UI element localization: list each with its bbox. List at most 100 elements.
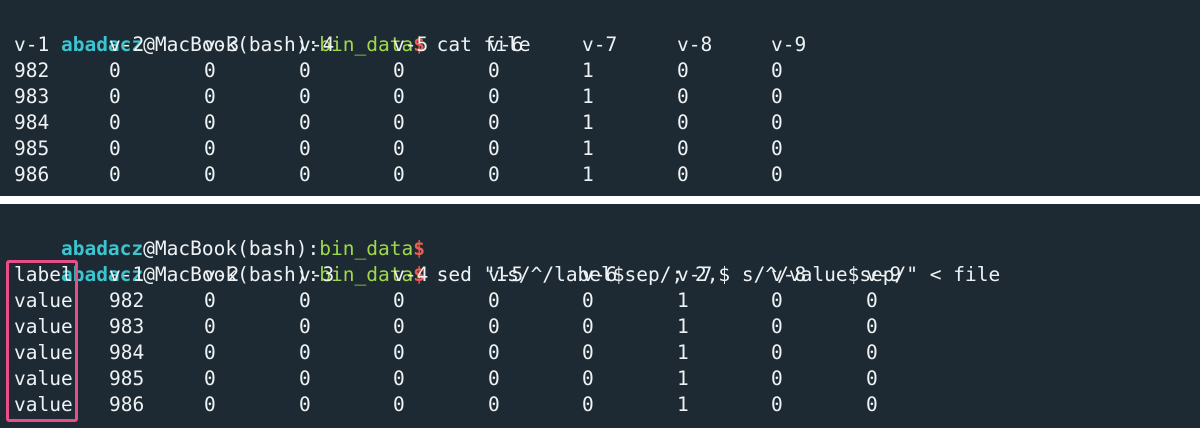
- table-cell: 0: [866, 367, 878, 390]
- table-cell: 0: [393, 111, 405, 134]
- table-cell: 986: [109, 393, 145, 416]
- column-header: v-9: [866, 263, 902, 286]
- column-header: v-4: [393, 263, 429, 286]
- table-cell: 0: [866, 393, 878, 416]
- table-cell: 0: [109, 59, 121, 82]
- table-cell: 0: [866, 289, 878, 312]
- table-cell: 0: [204, 367, 216, 390]
- table-cell: 0: [393, 289, 405, 312]
- table-cell: 1: [582, 111, 594, 134]
- table-cell: 985: [109, 367, 145, 390]
- table-cell: 0: [866, 341, 878, 364]
- terminal-panel-bottom[interactable]: abadacz@MacBook(bash):bin_data$ abadacz@…: [0, 204, 1200, 428]
- table-row: 982 0 0 0 0 0 1 0 0: [0, 58, 1200, 84]
- table-cell: 0: [299, 341, 311, 364]
- table-cell: 0: [393, 85, 405, 108]
- table-cell: 0: [677, 85, 689, 108]
- table-row: value 984 0 0 0 0 0 1 0 0: [0, 340, 1200, 366]
- table-cell: 0: [109, 111, 121, 134]
- table-cell: 0: [393, 393, 405, 416]
- column-header: v-3: [299, 263, 335, 286]
- table-row: 985 0 0 0 0 0 1 0 0: [0, 136, 1200, 162]
- table-cell: 0: [582, 315, 594, 338]
- table-cell: 0: [204, 289, 216, 312]
- label-column-highlight: [6, 260, 78, 422]
- table-cell: 0: [582, 289, 594, 312]
- table-cell: 1: [582, 163, 594, 186]
- column-header: v-5: [393, 33, 429, 56]
- table-row: value 985 0 0 0 0 0 1 0 0: [0, 366, 1200, 392]
- table-cell: 0: [299, 315, 311, 338]
- column-header: v-8: [677, 33, 713, 56]
- table-cell: 0: [393, 367, 405, 390]
- table-cell: 0: [488, 163, 500, 186]
- table-cell: 0: [488, 367, 500, 390]
- table-cell: 0: [771, 393, 783, 416]
- table-cell: 0: [488, 289, 500, 312]
- table-cell: 982: [14, 59, 50, 82]
- table-cell: 0: [109, 85, 121, 108]
- table-row: value 986 0 0 0 0 0 1 0 0: [0, 392, 1200, 418]
- table-cell: 0: [582, 393, 594, 416]
- table-cell: 1: [677, 315, 689, 338]
- prompt-line: abadacz@MacBook(bash):bin_data$: [14, 210, 425, 260]
- table-cell: 0: [393, 163, 405, 186]
- table-cell: 0: [393, 315, 405, 338]
- table-cell: 0: [771, 315, 783, 338]
- table-row: 984 0 0 0 0 0 1 0 0: [0, 110, 1200, 136]
- table-cell: 982: [109, 289, 145, 312]
- table-cell: 1: [677, 341, 689, 364]
- table-cell: 0: [771, 163, 783, 186]
- column-header: v-6: [582, 263, 618, 286]
- table-cell: 0: [771, 111, 783, 134]
- table-cell: 0: [299, 59, 311, 82]
- table-cell: 0: [299, 289, 311, 312]
- table-cell: 0: [771, 85, 783, 108]
- table-cell: 0: [299, 85, 311, 108]
- table-cell: 0: [677, 111, 689, 134]
- table-cell: 0: [109, 137, 121, 160]
- table-cell: 0: [299, 367, 311, 390]
- table-cell: 0: [488, 341, 500, 364]
- table-cell: 0: [771, 341, 783, 364]
- table-row: value 983 0 0 0 0 0 1 0 0: [0, 314, 1200, 340]
- table-cell: 0: [299, 163, 311, 186]
- table-cell: 0: [771, 59, 783, 82]
- table-cell: 0: [204, 111, 216, 134]
- table-cell: 0: [204, 393, 216, 416]
- table-cell: 0: [488, 137, 500, 160]
- table-cell: 0: [866, 315, 878, 338]
- table-cell: 0: [771, 367, 783, 390]
- prompt-line: abadacz@MacBook(bash):bin_data$ sed "1s/…: [14, 236, 1000, 286]
- terminal-panel-top[interactable]: abadacz@MacBook(bash):bin_data$ cat file…: [0, 0, 1200, 196]
- table-cell: 0: [204, 341, 216, 364]
- column-header: v-5: [488, 263, 524, 286]
- table-cell: 986: [14, 163, 50, 186]
- table-cell: 983: [109, 315, 145, 338]
- table-cell: 0: [393, 137, 405, 160]
- table-cell: 1: [677, 289, 689, 312]
- table-cell: 0: [393, 341, 405, 364]
- table-cell: 0: [582, 341, 594, 364]
- table-cell: 0: [488, 111, 500, 134]
- column-header: v-7: [677, 263, 713, 286]
- table-cell: 0: [771, 289, 783, 312]
- table-cell: 0: [677, 163, 689, 186]
- table-cell: 0: [299, 393, 311, 416]
- table-header-row: v-1 v-2 v-3 v-4 v-5 v-6 v-7 v-8 v-9: [0, 32, 1200, 58]
- column-header: v-2: [109, 33, 145, 56]
- table-cell: 0: [677, 137, 689, 160]
- table-cell: 0: [488, 315, 500, 338]
- table-cell: 0: [204, 85, 216, 108]
- table-cell: 1: [677, 393, 689, 416]
- table-cell: 0: [582, 367, 594, 390]
- table-cell: 984: [14, 111, 50, 134]
- table-row: 986 0 0 0 0 0 1 0 0: [0, 162, 1200, 188]
- column-header: v-3: [204, 33, 240, 56]
- table-header-row: label v-1 v-2 v-3 v-4 v-5 v-6 v-7 v-8 v-9: [0, 262, 1200, 288]
- table-cell: 0: [109, 163, 121, 186]
- table-cell: 0: [488, 85, 500, 108]
- table-cell: 0: [299, 111, 311, 134]
- table-cell: 0: [677, 59, 689, 82]
- table-cell: 0: [771, 137, 783, 160]
